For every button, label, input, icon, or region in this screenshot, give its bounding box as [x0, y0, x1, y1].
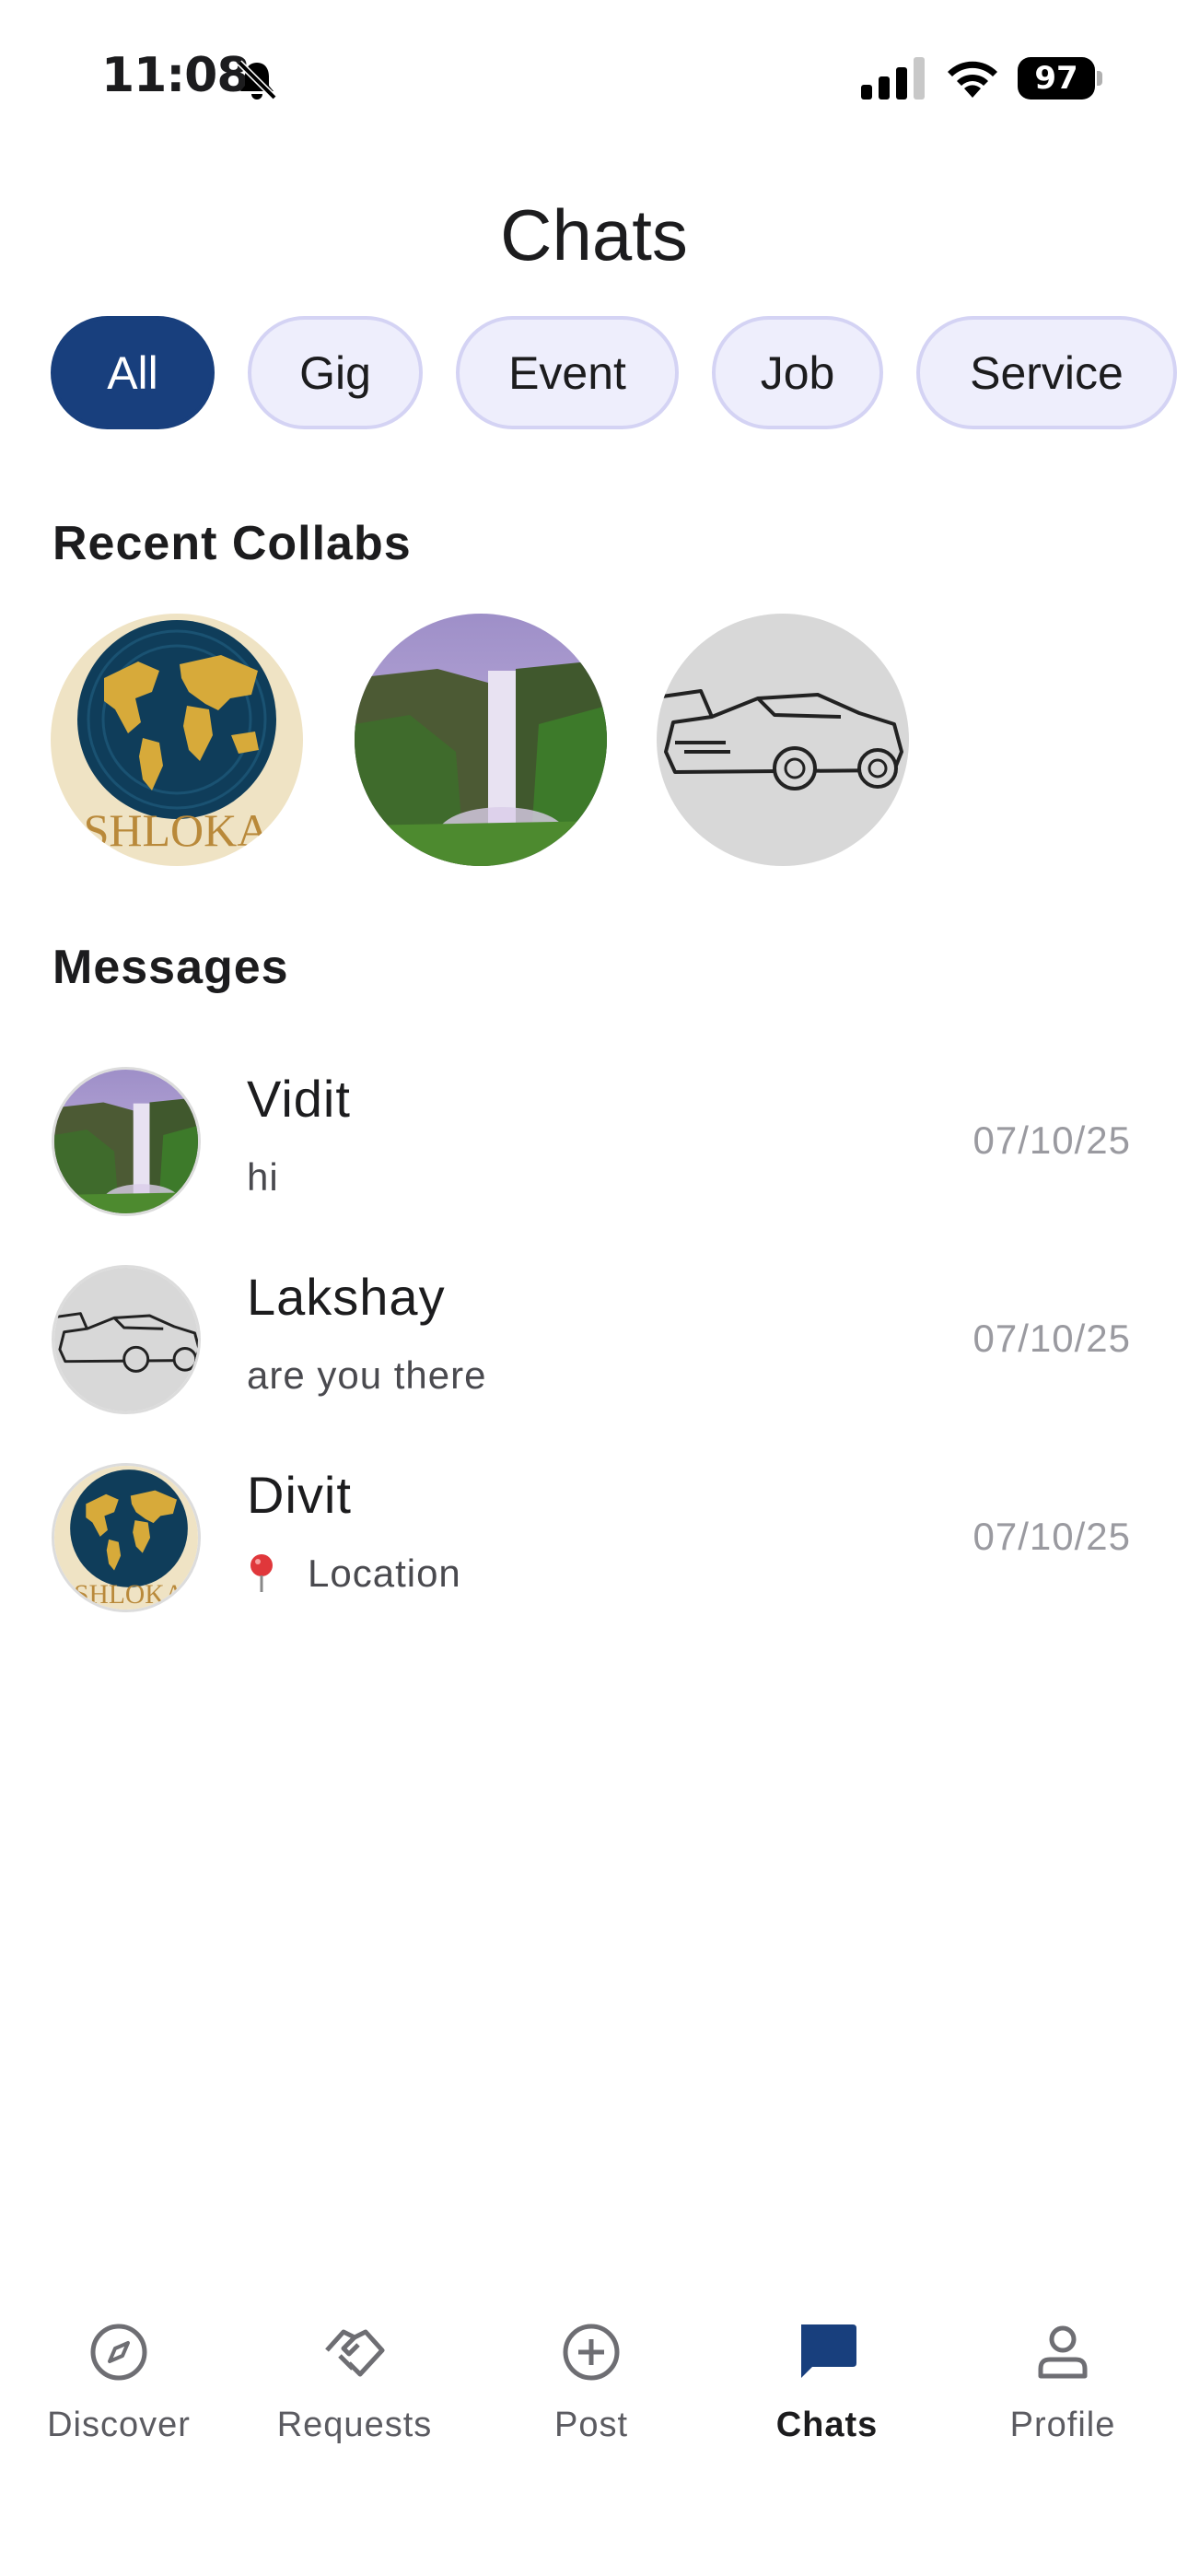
collab-avatar-waterfall[interactable]	[355, 614, 607, 866]
collab-avatar-car[interactable]	[657, 614, 909, 866]
avatar-logo-text: SHLOKA	[74, 1580, 184, 1610]
filter-chips: All Gig Event Job Service	[51, 316, 1177, 429]
collab-logo-text: SHLOKA	[84, 804, 271, 856]
message-date: 07/10/25	[973, 1515, 1131, 1558]
nav-chats[interactable]: Chats	[716, 2317, 938, 2501]
message-date: 07/10/25	[973, 1118, 1131, 1162]
signal-icon	[861, 57, 925, 100]
nav-requests[interactable]: Requests	[244, 2317, 465, 2501]
battery-level: 97	[1018, 57, 1095, 100]
person-icon	[1038, 2325, 1088, 2379]
contact-name: Lakshay	[247, 1268, 446, 1326]
handshake-icon	[325, 2329, 385, 2377]
message-date: 07/10/25	[973, 1317, 1131, 1360]
nav-profile[interactable]: Profile	[952, 2317, 1173, 2501]
filter-chip-job[interactable]: Job	[712, 316, 883, 429]
nav-label: Chats	[775, 2406, 879, 2444]
filter-chip-all[interactable]: All	[51, 316, 215, 429]
preview-text: hi	[247, 1155, 279, 1199]
nav-label: Post	[553, 2406, 629, 2444]
plus-circle-icon	[563, 2324, 620, 2381]
nav-discover[interactable]: Discover	[8, 2317, 229, 2501]
avatar	[52, 1067, 201, 1216]
message-preview: hi	[247, 1155, 279, 1200]
filter-chip-service[interactable]: Service	[916, 316, 1177, 429]
message-preview: are you there	[247, 1353, 487, 1398]
collab-avatar-shloka[interactable]: SHLOKA	[51, 614, 303, 866]
contact-name: Vidit	[247, 1070, 351, 1128]
message-row[interactable]: SHLOKA Divit Location 07/10/25	[0, 1443, 1188, 1627]
bottom-nav: Discover Requests Post Chats Profile	[0, 2285, 1188, 2576]
filter-chip-gig[interactable]: Gig	[248, 316, 423, 429]
status-bar: 11:08 97	[0, 0, 1188, 157]
battery-icon: 97	[1018, 57, 1102, 100]
filter-chip-event[interactable]: Event	[456, 316, 679, 429]
contact-name: Divit	[247, 1466, 352, 1524]
compass-icon	[90, 2324, 147, 2381]
message-row[interactable]: Lakshay are you there 07/10/25	[0, 1245, 1188, 1429]
status-time: 11:08	[101, 48, 250, 103]
nav-label: Discover	[47, 2406, 191, 2444]
avatar: SHLOKA	[52, 1463, 201, 1612]
recent-collabs-heading: Recent Collabs	[52, 517, 412, 570]
nav-label: Requests	[276, 2406, 433, 2444]
wifi-icon	[948, 61, 997, 98]
sports-car-sketch-image	[657, 614, 909, 866]
bell-slash-icon	[237, 60, 277, 100]
page-title: Chats	[500, 194, 688, 275]
pin-icon	[250, 1554, 273, 1592]
waterfall-photo-image	[355, 614, 607, 866]
messages-heading: Messages	[52, 941, 289, 994]
message-row[interactable]: Vidit hi 07/10/25	[0, 1047, 1188, 1231]
globe-logo-image: SHLOKA	[51, 614, 303, 866]
nav-post[interactable]: Post	[481, 2317, 702, 2501]
chat-bubble-icon	[801, 2324, 856, 2378]
avatar	[52, 1265, 201, 1414]
nav-label: Profile	[1009, 2406, 1116, 2444]
preview-text: Location	[308, 1551, 461, 1595]
preview-text: are you there	[247, 1353, 487, 1397]
message-preview: Location	[247, 1551, 461, 1596]
